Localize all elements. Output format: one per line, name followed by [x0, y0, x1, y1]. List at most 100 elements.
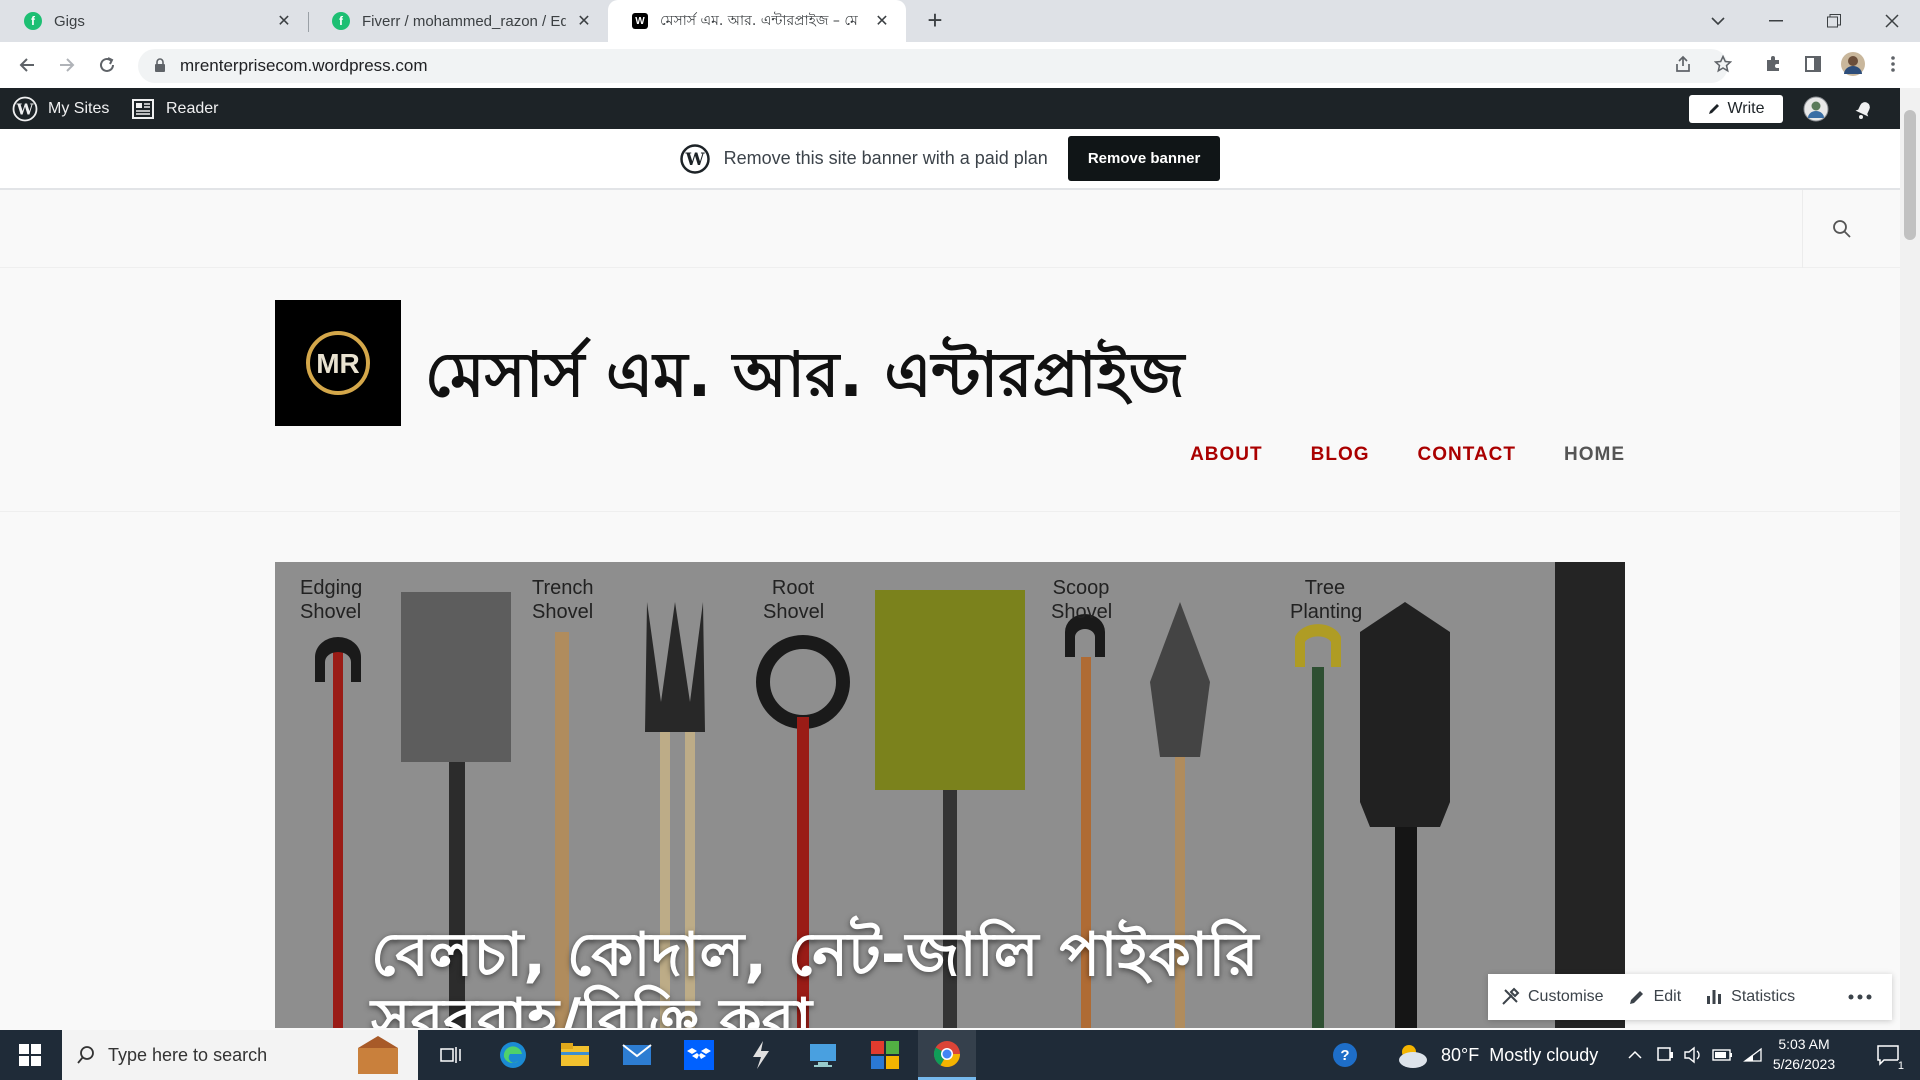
- site-header: MR মেসার্স এম. আর. এন্টারপ্রাইজ ABOUT BL…: [0, 268, 1900, 512]
- tab-gigs[interactable]: f Gigs ✕: [0, 0, 308, 42]
- clock-date: 5/26/2023: [1772, 1056, 1836, 1072]
- cloudy-weather-icon: [1395, 1041, 1429, 1069]
- reload-button[interactable]: [92, 50, 122, 80]
- wordpress-icon: W: [632, 13, 648, 29]
- pencil-icon: [1629, 991, 1643, 1004]
- edge-browser-icon[interactable]: [484, 1030, 542, 1080]
- page-scrollbar[interactable]: [1900, 88, 1920, 1030]
- user-avatar[interactable]: [1803, 88, 1829, 129]
- banner-text: Remove this site banner with a paid plan: [723, 148, 1048, 168]
- weather-desc: Mostly cloudy: [1489, 1044, 1599, 1065]
- close-window-button[interactable]: [1864, 0, 1920, 42]
- dropbox-icon[interactable]: [670, 1030, 728, 1080]
- windows-taskbar: Type here to search ? 80°F Mostly cloudy: [0, 1030, 1920, 1080]
- weather-widget[interactable]: 80°F Mostly cloudy: [1395, 1030, 1598, 1080]
- nav-home[interactable]: HOME: [1564, 444, 1625, 466]
- svg-text:?: ?: [1340, 1047, 1349, 1064]
- edit-label: Edit: [1653, 988, 1682, 1005]
- tools-icon: [1502, 987, 1520, 1005]
- volume-icon[interactable]: [1678, 1030, 1708, 1080]
- extensions-icon[interactable]: [1758, 49, 1788, 79]
- site-banner: W Remove this site banner with a paid pl…: [0, 129, 1900, 190]
- lock-icon[interactable]: [154, 58, 166, 78]
- notification-count-badge: 1: [1897, 1060, 1904, 1072]
- customise-button[interactable]: Customise: [1488, 974, 1616, 1020]
- office-apps-icon[interactable]: [856, 1030, 914, 1080]
- floating-edit-toolbar: Customise Edit Statistics: [1488, 974, 1892, 1020]
- write-label: Write: [1727, 100, 1765, 117]
- site-title[interactable]: মেসার্স এম. আর. এন্টারপ্রাইজ: [425, 328, 1184, 431]
- windows-start-icon[interactable]: [0, 1030, 60, 1080]
- write-button[interactable]: Write: [1689, 95, 1783, 123]
- hero-label: Root Shovel: [763, 577, 825, 623]
- chrome-menu-icon[interactable]: [1878, 49, 1908, 79]
- more-options-icon[interactable]: [1836, 974, 1892, 1020]
- device-icon[interactable]: [1650, 1030, 1680, 1080]
- minimize-button[interactable]: [1748, 0, 1804, 42]
- hero-banner[interactable]: Edging Shovel Trench Shovel Root Shovel …: [275, 562, 1625, 1028]
- svg-text:W: W: [16, 100, 35, 118]
- svg-text:W: W: [684, 150, 705, 170]
- wordpress-icon: W: [12, 96, 38, 122]
- edit-button[interactable]: Edit: [1616, 974, 1694, 1020]
- close-icon[interactable]: ✕: [872, 11, 892, 31]
- remove-banner-button[interactable]: Remove banner: [1067, 136, 1221, 181]
- reader-label: Reader: [166, 99, 219, 117]
- close-icon[interactable]: ✕: [574, 11, 594, 31]
- site-logo[interactable]: MR: [275, 300, 401, 426]
- taskbar-clock[interactable]: 5:03 AM 5/26/2023: [1762, 1034, 1846, 1074]
- hero-label: Trench Shovel: [532, 577, 594, 623]
- site-navigation: ABOUT BLOG CONTACT HOME: [1190, 444, 1625, 466]
- show-hidden-icons-chevron-icon[interactable]: [1620, 1030, 1650, 1080]
- statistics-button[interactable]: Statistics: [1693, 974, 1807, 1020]
- hero-label: Tree Planting: [1290, 577, 1363, 623]
- url-text[interactable]: mrenterprisecom.wordpress.com: [180, 56, 428, 76]
- new-tab-button[interactable]: +: [920, 6, 950, 36]
- profile-avatar[interactable]: [1838, 49, 1868, 79]
- forward-button[interactable]: [52, 50, 82, 80]
- hero-label: Edging Shovel: [300, 577, 363, 623]
- browser-toolbar: mrenterprisecom.wordpress.com: [0, 42, 1920, 88]
- bar-chart-icon: [1707, 990, 1722, 1004]
- share-icon[interactable]: [1668, 49, 1698, 79]
- taskbar-search-box[interactable]: Type here to search: [62, 1030, 418, 1080]
- clock-time: 5:03 AM: [1778, 1036, 1830, 1052]
- tab-label: মেসার্স এম. আর. এন্টারপ্রাইজ – মে: [660, 13, 858, 29]
- fiverr-icon: f: [332, 12, 350, 30]
- remote-desktop-icon[interactable]: [794, 1030, 852, 1080]
- tab-search-chevron-icon[interactable]: [1690, 0, 1746, 42]
- side-panel-icon[interactable]: [1798, 49, 1828, 79]
- hero-label: Scoop Shovel: [1051, 577, 1113, 623]
- notification-center-icon[interactable]: 1: [1866, 1030, 1910, 1080]
- tab-fiverr-edit[interactable]: f Fiverr / mohammed_razon / Edit ✕: [308, 0, 608, 42]
- tab-label: Fiverr / mohammed_razon / Edit: [362, 12, 566, 30]
- nav-about[interactable]: ABOUT: [1190, 444, 1263, 466]
- reader-icon: [132, 98, 154, 119]
- my-sites-menu[interactable]: W My Sites: [12, 88, 109, 129]
- my-sites-label: My Sites: [48, 99, 110, 117]
- search-icon[interactable]: [1802, 190, 1880, 268]
- hero-title[interactable]: বেলচা, কোদাল, নেট-জালি পাইকারি সরবরাহ/বি…: [371, 922, 1271, 1028]
- svg-text:MR: MR: [316, 348, 360, 379]
- bookmark-star-icon[interactable]: [1708, 49, 1738, 79]
- chrome-icon[interactable]: [918, 1030, 976, 1080]
- task-view-icon[interactable]: [422, 1030, 480, 1080]
- scrollbar-thumb[interactable]: [1904, 110, 1916, 240]
- back-button[interactable]: [12, 50, 42, 80]
- notifications-bell-icon[interactable]: [1852, 88, 1876, 129]
- battery-icon[interactable]: [1708, 1030, 1738, 1080]
- close-icon[interactable]: ✕: [274, 11, 294, 31]
- file-explorer-icon[interactable]: [546, 1030, 604, 1080]
- search-highlight-image: [348, 1036, 408, 1074]
- tab-site-active[interactable]: W মেসার্স এম. আর. এন্টারপ্রাইজ – মে ✕: [608, 0, 906, 42]
- site-top-bar: [0, 190, 1900, 268]
- app-lightning-icon[interactable]: [732, 1030, 790, 1080]
- help-icon[interactable]: ?: [1325, 1030, 1365, 1080]
- browser-tab-bar: f Gigs ✕ f Fiverr / mohammed_razon / Edi…: [0, 0, 1920, 42]
- reader-menu[interactable]: Reader: [132, 88, 218, 129]
- nav-contact[interactable]: CONTACT: [1418, 444, 1516, 466]
- nav-blog[interactable]: BLOG: [1311, 444, 1370, 466]
- restore-button[interactable]: [1806, 0, 1862, 42]
- mail-icon[interactable]: [608, 1030, 666, 1080]
- address-bar[interactable]: mrenterprisecom.wordpress.com: [138, 49, 1728, 83]
